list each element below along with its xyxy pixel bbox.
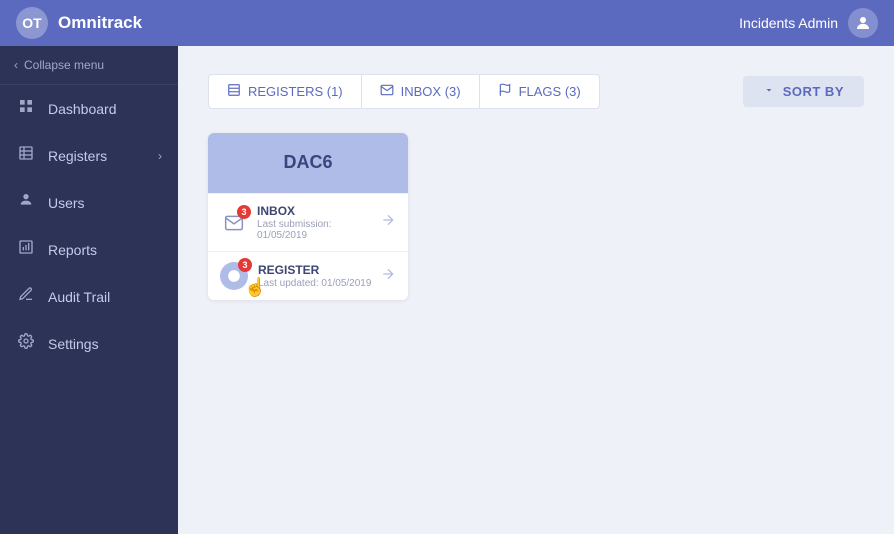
flags-filter-icon [498, 83, 512, 100]
reports-icon [16, 239, 36, 260]
card-item-left: 3 INBOX Last submission: 01/05/2019 [220, 204, 380, 241]
username-label: Incidents Admin [739, 15, 838, 31]
sort-label: SORT BY [783, 84, 844, 99]
card-item-left: 3 REGISTER Last updated: 01/05/2019 [220, 262, 371, 290]
header-left: OT Omnitrack [16, 7, 142, 39]
register-icon-wrap: 3 [220, 262, 248, 290]
filter-bar: REGISTERS (1) INBOX (3) FLAGS (3) SORT B… [208, 74, 864, 109]
sidebar-item-label: Audit Trail [48, 289, 110, 305]
registers-filter-icon [227, 83, 241, 100]
cards-area: DAC6 3 INBOX Last submission: 01/05/2019 [208, 133, 864, 300]
card-dac6: DAC6 3 INBOX Last submission: 01/05/2019 [208, 133, 408, 300]
card-item-register[interactable]: 3 REGISTER Last updated: 01/05/2019 ☝ [208, 251, 408, 300]
audit-trail-icon [16, 286, 36, 307]
users-icon [16, 192, 36, 213]
collapse-menu-button[interactable]: ‹ Collapse menu [0, 46, 178, 85]
filter-tab-label: INBOX (3) [401, 84, 461, 99]
filter-tab-inbox[interactable]: INBOX (3) [361, 74, 479, 109]
sidebar-item-audit-trail[interactable]: Audit Trail [0, 273, 178, 320]
inbox-arrow-icon [380, 212, 396, 233]
sort-down-icon [763, 84, 775, 99]
register-arrow-icon [380, 266, 396, 287]
registers-icon [16, 145, 36, 166]
header-right: Incidents Admin [739, 8, 878, 38]
chevron-left-icon: ‹ [14, 58, 18, 72]
register-icon [227, 269, 241, 283]
inbox-text: INBOX Last submission: 01/05/2019 [257, 204, 380, 241]
sidebar: ‹ Collapse menu Dashboard Registers › [0, 46, 178, 534]
app-header: OT Omnitrack Incidents Admin [0, 0, 894, 46]
sidebar-item-label: Registers [48, 148, 107, 164]
filter-tab-label: FLAGS (3) [519, 84, 581, 99]
sidebar-item-settings[interactable]: Settings [0, 320, 178, 367]
chevron-right-icon: › [158, 149, 162, 163]
nav-item-left: Reports [16, 239, 97, 260]
nav-item-left: Registers [16, 145, 107, 166]
inbox-icon-wrap: 3 [220, 209, 247, 237]
collapse-label: Collapse menu [24, 58, 104, 72]
card-title: DAC6 [283, 152, 332, 173]
inbox-label: INBOX [257, 204, 380, 218]
nav-item-left: Audit Trail [16, 286, 110, 307]
register-sub: Last updated: 01/05/2019 [258, 278, 371, 289]
dashboard-icon [16, 98, 36, 119]
sidebar-item-label: Settings [48, 336, 99, 352]
content-area: REGISTERS (1) INBOX (3) FLAGS (3) SORT B… [178, 46, 894, 534]
inbox-filter-icon [380, 83, 394, 100]
inbox-badge: 3 [237, 205, 251, 219]
sidebar-item-label: Users [48, 195, 85, 211]
nav-item-left: Users [16, 192, 85, 213]
sidebar-item-label: Dashboard [48, 101, 117, 117]
register-label: REGISTER [258, 263, 371, 277]
card-header: DAC6 [208, 133, 408, 193]
sidebar-item-dashboard[interactable]: Dashboard [0, 85, 178, 132]
main-layout: ‹ Collapse menu Dashboard Registers › [0, 46, 894, 534]
sort-by-button[interactable]: SORT BY [743, 76, 864, 107]
app-title: Omnitrack [58, 13, 142, 33]
inbox-sub: Last submission: 01/05/2019 [257, 219, 380, 241]
settings-icon [16, 333, 36, 354]
filter-tab-registers[interactable]: REGISTERS (1) [208, 74, 361, 109]
filter-tab-label: REGISTERS (1) [248, 84, 343, 99]
sidebar-item-label: Reports [48, 242, 97, 258]
avatar[interactable] [848, 8, 878, 38]
filter-tab-flags[interactable]: FLAGS (3) [479, 74, 600, 109]
nav-item-left: Settings [16, 333, 99, 354]
sidebar-item-reports[interactable]: Reports [0, 226, 178, 273]
sidebar-item-registers[interactable]: Registers › [0, 132, 178, 179]
logo-text: OT [22, 15, 41, 31]
app-logo: OT [16, 7, 48, 39]
register-badge: 3 [238, 258, 252, 272]
sidebar-item-users[interactable]: Users [0, 179, 178, 226]
nav-item-left: Dashboard [16, 98, 117, 119]
card-item-inbox[interactable]: 3 INBOX Last submission: 01/05/2019 [208, 193, 408, 251]
register-text: REGISTER Last updated: 01/05/2019 [258, 263, 371, 289]
